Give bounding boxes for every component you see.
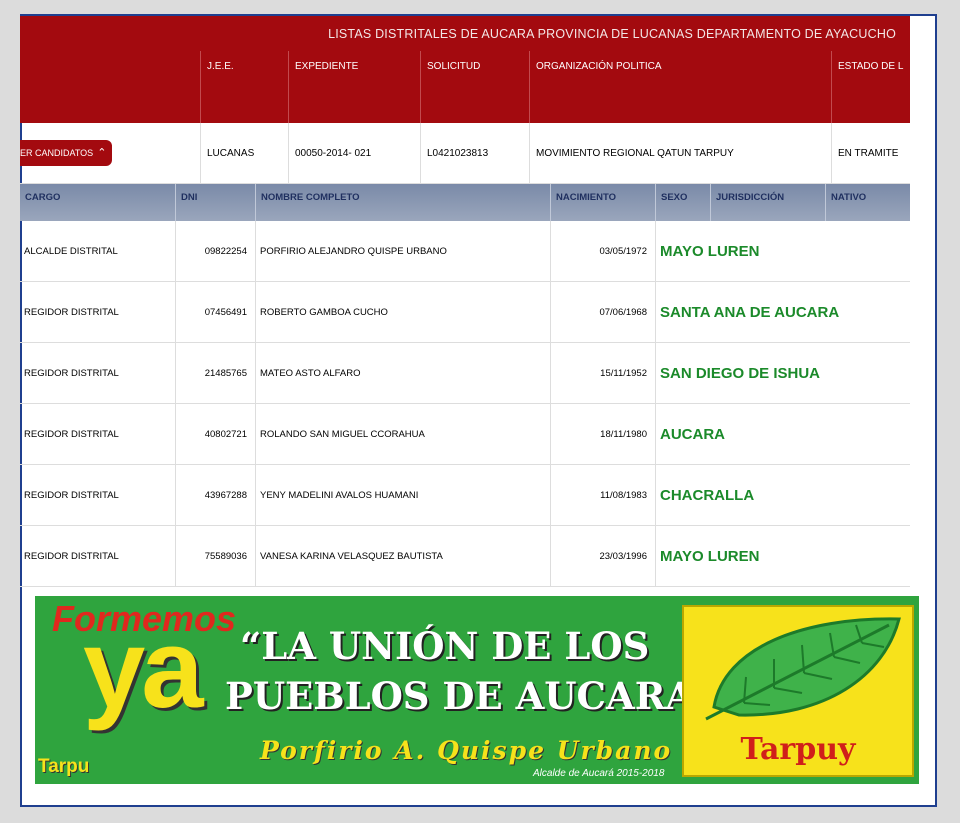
cand-header-dni: DNI (175, 184, 255, 221)
list-header-solicitud: SOLICITUD (420, 51, 529, 123)
cand-header-nativo: NATIVO (825, 184, 910, 221)
nombre-cell: PORFIRIO ALEJANDRO QUISPE URBANO (255, 221, 550, 281)
cand-header-nombre: NOMBRE COMPLETO (255, 184, 550, 221)
dni-cell: 21485765 (175, 343, 255, 403)
banner-slogan-line2: PUEBLOS DE AUCARA” (225, 674, 712, 718)
page-title: LISTAS DISTRITALES DE AUCARA PROVINCIA D… (20, 16, 910, 51)
nacimiento-cell: 07/06/1968 (550, 282, 655, 342)
content: LISTAS DISTRITALES DE AUCARA PROVINCIA D… (20, 16, 910, 587)
table-row: REGIDOR DISTRITAL 43967288 YENY MADELINI… (20, 465, 910, 526)
list-table-header: J.E.E. EXPEDIENTE SOLICITUD ORGANIZACIÓN… (20, 51, 910, 123)
nacimiento-cell: 11/08/1983 (550, 465, 655, 525)
cand-header-sexo: SEXO (655, 184, 710, 221)
list-header-estado: ESTADO DE L (831, 51, 910, 123)
nombre-cell: MATEO ASTO ALFARO (255, 343, 550, 403)
solicitud-value: L0421023813 (420, 123, 529, 183)
chevron-up-icon: ⌃ (97, 146, 107, 159)
ver-candidatos-button[interactable]: ER CANDIDATOS ⌃ (20, 140, 113, 166)
dni-cell: 75589036 (175, 526, 255, 586)
table-row: REGIDOR DISTRITAL 40802721 ROLANDO SAN M… (20, 404, 910, 465)
cargo-cell: REGIDOR DISTRITAL (24, 367, 119, 379)
nombre-cell: ROLANDO SAN MIGUEL CCORAHUA (255, 404, 550, 464)
tarpuy-logo: Tarpuy (682, 605, 914, 777)
banner-ya: ya (83, 606, 204, 731)
banner-candidate-name: Porfirio A. Quispe Urbano (260, 736, 673, 765)
dni-cell: 09822254 (175, 221, 255, 281)
jurisdiccion-cell: AUCARA (655, 404, 910, 464)
banner-tarpu: Tarpu (38, 756, 90, 777)
candidates-header: CARGO DNI NOMBRE COMPLETO NACIMIENTO SEX… (20, 184, 910, 221)
organizacion-value: MOVIMIENTO REGIONAL QATUN TARPUY (529, 123, 831, 183)
campaign-banner: Formemos ya Tarpu “LA UNIÓN DE LOS PUEBL… (35, 596, 919, 784)
dni-cell: 43967288 (175, 465, 255, 525)
nacimiento-cell: 18/11/1980 (550, 404, 655, 464)
cand-header-cargo: CARGO (25, 192, 61, 203)
jurisdiccion-cell: MAYO LUREN (655, 221, 910, 281)
cargo-cell: REGIDOR DISTRITAL (24, 306, 119, 318)
cargo-cell: REGIDOR DISTRITAL (24, 489, 119, 501)
leaf-icon (705, 617, 901, 721)
list-header-empty (20, 51, 200, 123)
banner-slogan-line1: “LA UNIÓN DE LOS (240, 624, 650, 668)
jurisdiccion-cell: CHACRALLA (655, 465, 910, 525)
nacimiento-cell: 15/11/1952 (550, 343, 655, 403)
jurisdiccion-cell: SAN DIEGO DE ISHUA (655, 343, 910, 403)
jurisdiccion-cell: SANTA ANA DE AUCARA (655, 282, 910, 342)
ver-candidatos-cell: ER CANDIDATOS ⌃ (20, 123, 200, 183)
nacimiento-cell: 23/03/1996 (550, 526, 655, 586)
dni-cell: 40802721 (175, 404, 255, 464)
list-header-organizacion: ORGANIZACIÓN POLITICA (529, 51, 831, 123)
expediente-value: 00050-2014- 021 (288, 123, 420, 183)
estado-value: EN TRAMITE (831, 123, 910, 183)
table-row: REGIDOR DISTRITAL 07456491 ROBERTO GAMBO… (20, 282, 910, 343)
ver-candidatos-label: ER CANDIDATOS (20, 148, 94, 158)
table-row: ALCALDE DISTRITAL 09822254 PORFIRIO ALEJ… (20, 221, 910, 282)
jee-value: LUCANAS (200, 123, 288, 183)
cargo-cell: REGIDOR DISTRITAL (24, 428, 119, 440)
nacimiento-cell: 03/05/1972 (550, 221, 655, 281)
cargo-cell: REGIDOR DISTRITAL (24, 550, 119, 562)
list-row: ER CANDIDATOS ⌃ LUCANAS 00050-2014- 021 … (20, 123, 910, 184)
cargo-cell: ALCALDE DISTRITAL (24, 245, 118, 257)
nombre-cell: VANESA KARINA VELASQUEZ BAUTISTA (255, 526, 550, 586)
nombre-cell: ROBERTO GAMBOA CUCHO (255, 282, 550, 342)
table-row: REGIDOR DISTRITAL 21485765 MATEO ASTO AL… (20, 343, 910, 404)
list-header-jee: J.E.E. (200, 51, 288, 123)
banner-alcalde: Alcalde de Aucará 2015-2018 (533, 768, 665, 779)
banner-logo-text: Tarpuy (740, 732, 856, 767)
list-header-expediente: EXPEDIENTE (288, 51, 420, 123)
jurisdiccion-cell: MAYO LUREN (655, 526, 910, 586)
cand-header-nacimiento: NACIMIENTO (550, 184, 655, 221)
dni-cell: 07456491 (175, 282, 255, 342)
cand-header-jurisdiccion: JURISDICCIÓN (710, 184, 825, 221)
table-row: REGIDOR DISTRITAL 75589036 VANESA KARINA… (20, 526, 910, 587)
nombre-cell: YENY MADELINI AVALOS HUAMANI (255, 465, 550, 525)
